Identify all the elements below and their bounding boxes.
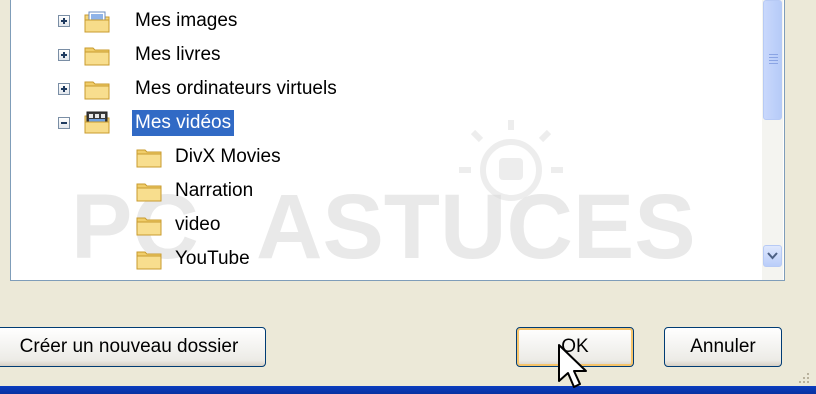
scrollbar-thumb[interactable] [763, 0, 782, 120]
window-bottom-border [0, 386, 816, 394]
collapse-minus-icon[interactable] [58, 117, 70, 129]
folder-icon [84, 47, 110, 66]
vertical-scrollbar[interactable] [762, 0, 783, 280]
folder-icon [136, 183, 162, 202]
watermark-logo: PC ASTUCES [71, 120, 696, 270]
tree-item-label: YouTube [175, 248, 250, 269]
videos-folder-icon [84, 111, 110, 134]
folder-icon [136, 149, 162, 168]
expand-plus-icon[interactable] [58, 15, 70, 27]
expand-plus-icon[interactable] [58, 49, 70, 61]
folder-icon [136, 217, 162, 236]
tree-item-label-selected: Mes vidéos [132, 110, 235, 136]
tree-item-label: video [175, 214, 221, 235]
pictures-folder-icon [84, 11, 110, 33]
tree-item-label: Narration [175, 180, 254, 201]
tree-item-label: Mes ordinateurs virtuels [135, 78, 337, 99]
tree-item-label: DivX Movies [175, 146, 281, 167]
scroll-down-button[interactable] [763, 245, 782, 267]
tree-item-label: Mes images [135, 10, 238, 31]
watermark-text-right: ASTUCES [256, 176, 696, 270]
cancel-button[interactable]: Annuler [664, 327, 782, 367]
mouse-pointer-icon [558, 344, 587, 388]
folder-icon [136, 251, 162, 270]
resize-grip-icon[interactable] [796, 370, 810, 384]
new-folder-button[interactable]: Créer un nouveau dossier [0, 327, 266, 367]
folder-icon [84, 81, 110, 100]
tree-item-label: Mes livres [135, 44, 221, 65]
expand-plus-icon[interactable] [58, 83, 70, 95]
folder-tree-panel[interactable]: PC ASTUCES Mes images Mes livres Mes ord… [10, 0, 785, 281]
folder-browse-dialog: PC ASTUCES Mes images Mes livres Mes ord… [0, 0, 816, 394]
chevron-down-icon [767, 252, 778, 260]
